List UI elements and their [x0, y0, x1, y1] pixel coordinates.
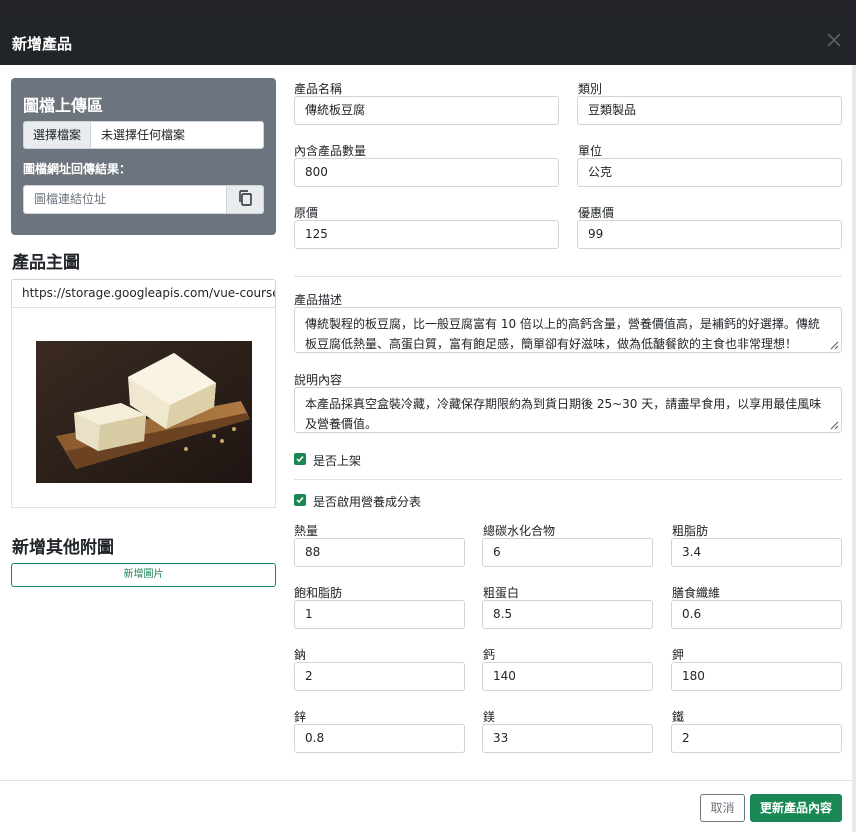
upload-result-label: 圖檔網址回傳結果：: [23, 162, 132, 176]
browser-top-strip: [0, 0, 856, 18]
add-image-button[interactable]: 新增圖片: [11, 563, 276, 587]
checkmark-icon: [296, 497, 304, 504]
description-text: 傳統製程的板豆腐，比一般豆腐富有 10 倍以上的高鈣含量，營養價值高，是補鈣的好…: [305, 317, 820, 351]
main-image-frame: [11, 307, 276, 508]
nutrition-label: 熱量: [294, 524, 319, 538]
nutrition-label: 鉀: [672, 648, 685, 662]
image-url-field[interactable]: 圖檔連結位址: [23, 185, 227, 214]
is-enabled-checkbox[interactable]: [294, 453, 306, 465]
modal-header: 新增產品: [0, 18, 856, 65]
copy-icon: [238, 190, 252, 209]
nutrition-label: 鐵: [672, 710, 685, 724]
quantity-input[interactable]: 800: [294, 158, 559, 187]
is-enabled-label: 是否上架: [313, 454, 362, 468]
origin-price-label: 原價: [294, 206, 319, 220]
nutrition-input[interactable]: 2: [294, 662, 465, 691]
main-image-url-input[interactable]: https://storage.googleapis.com/vue-cours…: [11, 279, 276, 308]
unit-input[interactable]: 公克: [577, 158, 842, 187]
modal-scrollbar[interactable]: [852, 65, 856, 832]
nutrition-label: 飽和脂肪: [294, 586, 343, 600]
divider: [294, 276, 842, 277]
nutrition-label: 膳食纖維: [672, 586, 721, 600]
nutrition-input[interactable]: 1: [294, 600, 465, 629]
copy-button[interactable]: [227, 185, 264, 214]
image-upload-panel: 圖檔上傳區 選擇檔案 未選擇任何檔案 圖檔網址回傳結果： 圖檔連結位址: [11, 78, 276, 235]
origin-price-input[interactable]: 125: [294, 220, 559, 249]
choose-file-button[interactable]: 選擇檔案: [24, 122, 91, 148]
nutrition-input[interactable]: 180: [671, 662, 842, 691]
quantity-label: 內含產品數量: [294, 144, 367, 158]
upload-panel-title: 圖檔上傳區: [23, 96, 104, 115]
nutrition-input[interactable]: 2: [671, 724, 842, 753]
update-product-button[interactable]: 更新產品內容: [750, 794, 842, 822]
product-name-label: 產品名稱: [294, 82, 343, 96]
unit-label: 單位: [578, 144, 603, 158]
content-textarea[interactable]: 本產品採真空盒裝冷藏，冷藏保存期限約為到貨日期後 25~30 天，請盡早食用，以…: [294, 387, 842, 433]
category-label: 類別: [578, 82, 603, 96]
nutrition-input[interactable]: 0.6: [671, 600, 842, 629]
resize-handle-icon[interactable]: [830, 421, 839, 430]
upload-url-group: 圖檔連結位址: [23, 185, 264, 214]
resize-handle-icon[interactable]: [830, 341, 839, 350]
product-name-input[interactable]: 傳統板豆腐: [294, 96, 559, 125]
nutrition-enabled-checkbox[interactable]: [294, 494, 306, 506]
description-label: 產品描述: [294, 293, 343, 307]
price-label: 優惠價: [578, 206, 615, 220]
nutrition-label: 粗蛋白: [483, 586, 520, 600]
modal-footer-divider: [0, 780, 852, 781]
nutrition-input[interactable]: 0.8: [294, 724, 465, 753]
checkmark-icon: [296, 456, 304, 463]
product-image: [36, 341, 252, 483]
nutrition-input[interactable]: 3.4: [671, 538, 842, 567]
description-textarea[interactable]: 傳統製程的板豆腐，比一般豆腐富有 10 倍以上的高鈣含量，營養價值高，是補鈣的好…: [294, 307, 842, 353]
nutrition-input[interactable]: 8.5: [482, 600, 653, 629]
other-images-title: 新增其他附圖: [12, 538, 114, 558]
file-input[interactable]: 選擇檔案 未選擇任何檔案: [23, 121, 264, 149]
nutrition-label: 總碳水化合物: [483, 524, 556, 538]
nutrition-label: 鈣: [483, 648, 496, 662]
content-text: 本產品採真空盒裝冷藏，冷藏保存期限約為到貨日期後 25~30 天，請盡早食用，以…: [305, 397, 822, 431]
nutrition-label: 鎂: [483, 710, 496, 724]
nutrition-input[interactable]: 140: [482, 662, 653, 691]
nutrition-enabled-label: 是否啟用營養成分表: [313, 495, 422, 509]
price-input[interactable]: 99: [577, 220, 842, 249]
main-image-title: 產品主圖: [12, 253, 80, 273]
nutrition-input[interactable]: 6: [482, 538, 653, 567]
divider: [294, 479, 842, 480]
modal-title: 新增產品: [12, 35, 73, 53]
category-input[interactable]: 豆類製品: [577, 96, 842, 125]
cancel-button[interactable]: 取消: [700, 794, 745, 822]
file-status-text: 未選擇任何檔案: [101, 128, 186, 142]
nutrition-label: 粗脂肪: [672, 524, 709, 538]
nutrition-label: 鈉: [294, 648, 307, 662]
close-icon[interactable]: [824, 30, 844, 50]
nutrition-label: 鋅: [294, 710, 307, 724]
nutrition-input[interactable]: 33: [482, 724, 653, 753]
content-label: 說明內容: [294, 373, 343, 387]
nutrition-input[interactable]: 88: [294, 538, 465, 567]
